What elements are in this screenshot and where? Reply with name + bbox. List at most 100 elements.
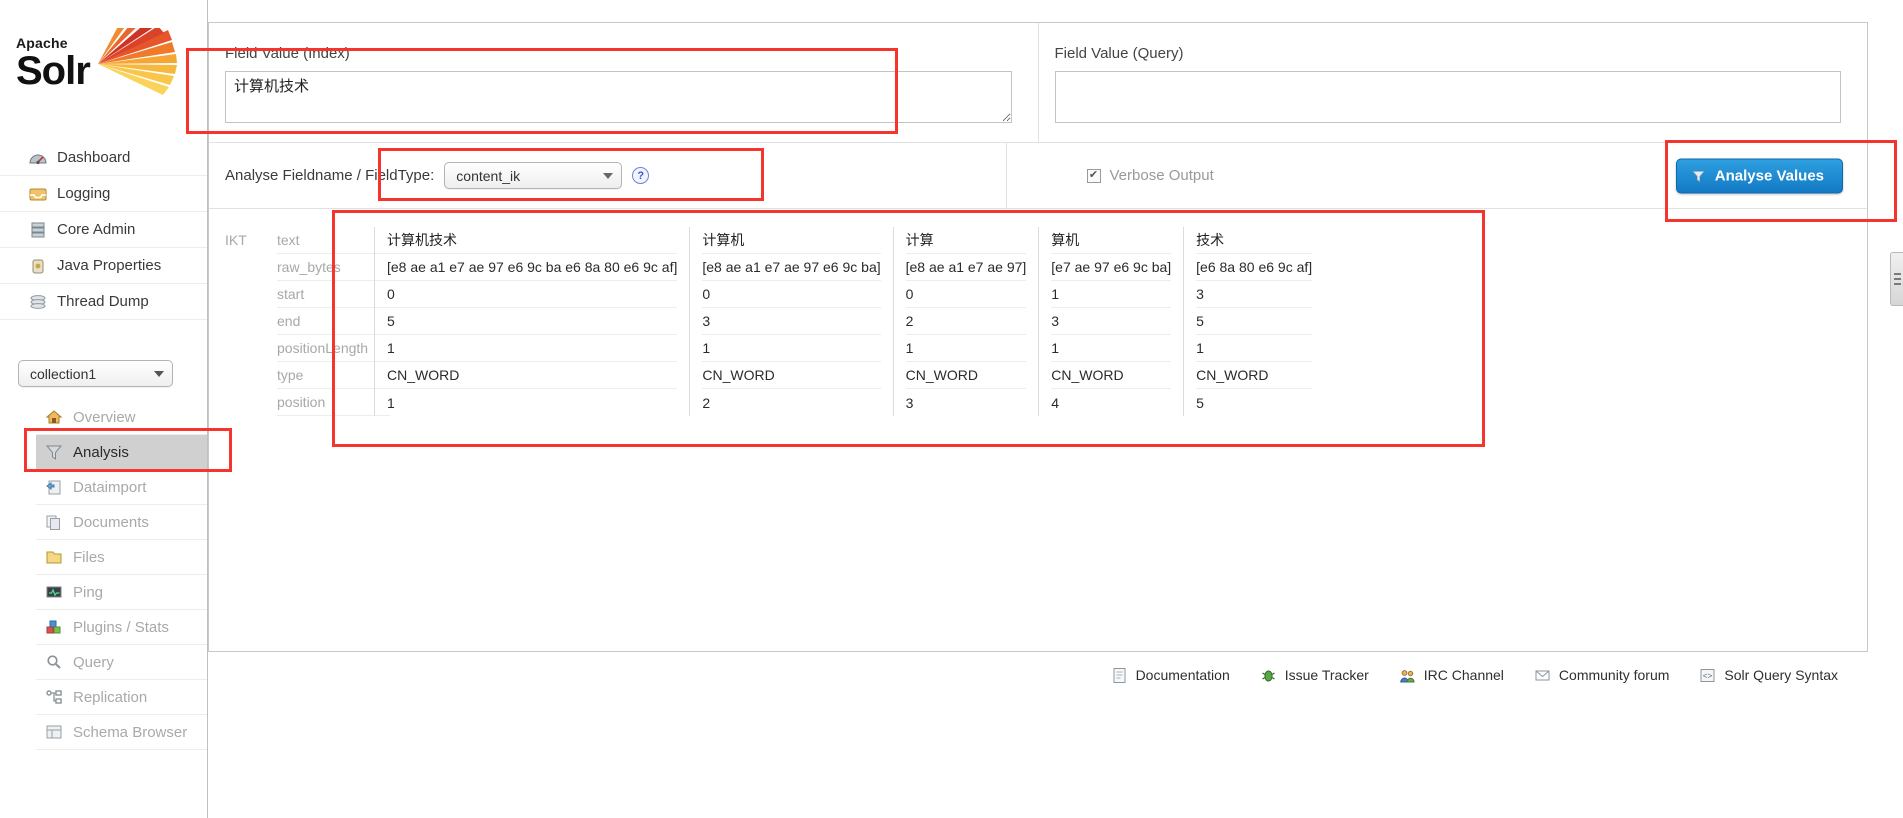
sidebar-item-label: Ping [73,583,104,601]
token-type: CN_WORD [905,362,1027,389]
sidebar-item-dataimport[interactable]: Dataimport [36,470,207,505]
sidebar-top-nav: Dashboard Logging Core Admin Java Proper… [0,140,207,320]
sidebar-item-ping[interactable]: Ping [36,575,207,610]
token-raw-bytes: [e6 8a 80 e6 9c af] [1196,254,1313,281]
token-end: 3 [702,308,881,335]
sidebar-item-thread-dump[interactable]: Thread Dump [0,284,207,320]
footer-link-documentation[interactable]: Documentation [1111,667,1230,684]
sidebar-item-core-admin[interactable]: Core Admin [0,212,207,248]
solr-wordmark: Apache Solr [16,35,91,93]
document-page-icon [1113,667,1126,683]
analysis-panel: Field Value (Index) Field Value (Query) … [208,22,1868,652]
token-start: 0 [387,281,678,308]
envelope-icon [1535,670,1550,680]
people-icon [1400,669,1415,682]
solr-logo[interactable]: Apache Solr [16,28,191,100]
sidebar-item-dashboard[interactable]: Dashboard [0,140,207,176]
collection-selector[interactable]: collection1 [18,360,173,387]
fieldtype-control-group: Analyse Fieldname / FieldType: content_i… [209,143,1007,208]
token-text: 计算机 [702,227,881,254]
sidebar-item-analysis[interactable]: Analysis [36,435,207,470]
token-end: 3 [1051,308,1172,335]
field-value-query-input[interactable] [1054,71,1841,123]
sidebar-item-documents[interactable]: Documents [36,505,207,540]
token-text: 算机 [1051,227,1172,254]
token-raw-bytes: [e7 ae 97 e6 9c ba] [1051,254,1172,281]
footer-link-community-forum[interactable]: Community forum [1534,667,1669,684]
analyse-values-button[interactable]: Analyse Values [1675,158,1843,193]
sidebar-item-label: Dashboard [57,149,131,166]
analyse-values-label: Analyse Values [1714,167,1824,184]
token-position-length: 1 [702,335,881,362]
query-magnifier-icon [44,653,64,671]
token-start: 0 [905,281,1027,308]
brand-solr: Solr [16,49,91,93]
token-position-length: 1 [1051,335,1172,362]
brand-apache: Apache [16,35,68,51]
footer-link-label: Issue Tracker [1284,667,1369,683]
svg-text:<>: <> [1703,672,1713,681]
token-raw-bytes: [e8 ae a1 e7 ae 97 e6 9c ba e6 8a 80 e6 … [387,254,678,281]
footer-link-label: Documentation [1135,667,1230,683]
footer-link-solr-query-syntax[interactable]: <> Solr Query Syntax [1699,667,1838,684]
token-position-length: 1 [1196,335,1313,362]
sidebar-item-overview[interactable]: Overview [36,400,207,435]
token-start: 0 [702,281,881,308]
footer-link-issue-tracker[interactable]: Issue Tracker [1260,667,1369,684]
funnel-icon [1692,170,1705,182]
token-column: 计算机 [e8 ae a1 e7 ae 97 e6 9c ba] 0 3 1 C… [689,227,892,416]
token-position: 3 [905,394,914,411]
analysis-results-table: IKT text raw_bytes start end positionLen… [209,209,1867,416]
token-columns: 计算机技术 [e8 ae a1 e7 ae 97 e6 9c ba e6 8a … [374,227,1867,416]
token-type: CN_WORD [702,362,881,389]
overview-home-icon [44,408,64,426]
verbose-output-checkbox[interactable]: ✔ [1086,168,1101,183]
token-column: 计算 [e8 ae a1 e7 ae 97] 0 2 1 CN_WORD 3 [892,227,1039,416]
token-column: 算机 [e7 ae 97 e6 9c ba] 1 3 1 CN_WORD 4 [1038,227,1183,416]
token-position: 4 [1051,394,1060,411]
footer-link-label: IRC Channel [1423,667,1504,683]
sidebar-core-nav: Overview Analysis Dataimport Documents F… [36,400,207,750]
sidebar-item-schema-browser[interactable]: Schema Browser [36,715,207,750]
plugins-blocks-icon [44,618,64,636]
token-end: 2 [905,308,1027,335]
sidebar-item-label: Java Properties [57,257,162,274]
right-edge-toggle[interactable] [1890,252,1903,306]
fieldtype-label: Analyse Fieldname / FieldType: [225,167,435,184]
schema-browser-icon [44,723,64,741]
token-type: CN_WORD [1196,362,1313,389]
solr-sunburst-logo [98,28,177,95]
token-end: 5 [387,308,678,335]
field-value-index-input[interactable] [225,71,1012,123]
sidebar-item-label: Schema Browser [73,723,188,741]
token-start: 1 [1051,281,1172,308]
footer-link-label: Community forum [1558,667,1670,683]
chevron-down-icon [154,370,164,377]
sidebar-item-label: Logging [57,185,111,202]
fieldtype-select[interactable]: content_ik [444,162,623,189]
logging-inbox-icon [28,185,48,203]
sidebar-item-label: Query [73,653,114,671]
analyzer-name-col: IKT [225,227,277,416]
sidebar-item-files[interactable]: Files [36,540,207,575]
field-value-index-label: Field Value (Index) [225,45,350,62]
sidebar-item-logging[interactable]: Logging [0,176,207,212]
token-column: 技术 [e6 8a 80 e6 9c af] 3 5 1 CN_WORD 5 [1183,227,1324,416]
field-value-index-group: Field Value (Index) [209,23,1039,142]
sidebar-item-query[interactable]: Query [36,645,207,680]
footer-link-irc-channel[interactable]: IRC Channel [1399,667,1504,684]
help-question-icon[interactable]: ? [632,167,650,184]
token-text: 计算机技术 [387,227,678,254]
verbose-output-toggle[interactable]: ✔ Verbose Output [1086,167,1214,184]
sidebar-item-label: Replication [73,688,148,706]
files-folder-icon [44,548,64,566]
sidebar-item-label: Core Admin [57,221,136,238]
verbose-output-label: Verbose Output [1109,167,1214,184]
ping-monitor-icon [44,583,64,601]
analysis-controls-row: Analyse Fieldname / FieldType: content_i… [209,143,1867,209]
token-column: 计算机技术 [e8 ae a1 e7 ae 97 e6 9c ba e6 8a … [374,227,689,416]
fieldtype-selected-value: content_ik [456,167,521,184]
sidebar-item-replication[interactable]: Replication [36,680,207,715]
sidebar-item-plugins-stats[interactable]: Plugins / Stats [36,610,207,645]
sidebar-item-java-properties[interactable]: Java Properties [0,248,207,284]
